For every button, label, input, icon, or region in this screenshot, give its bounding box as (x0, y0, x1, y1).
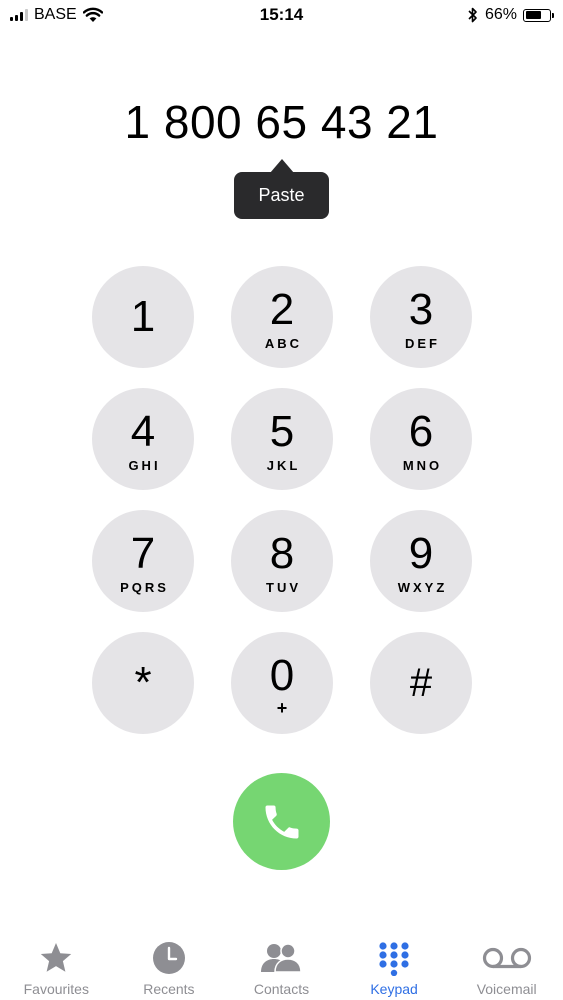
key-digit: 6 (408, 407, 434, 456)
bluetooth-icon (468, 7, 477, 23)
tab-label: Voicemail (476, 981, 537, 997)
key-letters: + (276, 698, 288, 718)
key-letters: GHI (128, 458, 161, 473)
key-5[interactable]: 5 JKL (231, 388, 333, 490)
key-4[interactable]: 4 GHI (92, 388, 194, 490)
status-right: 66% (467, 4, 554, 26)
tab-keypad[interactable]: Keypad (338, 930, 451, 1000)
battery-percentage: 66% (484, 6, 517, 23)
key-hash[interactable]: # (370, 632, 472, 734)
key-digit: * (134, 658, 152, 707)
key-1[interactable]: 1 (92, 266, 194, 368)
phone-icon (265, 805, 298, 838)
key-0[interactable]: 0 + (231, 632, 333, 734)
key-digit: 9 (408, 529, 434, 578)
key-7[interactable]: 7 PQRS (92, 510, 194, 612)
voicemail-icon (482, 947, 531, 969)
tab-voicemail[interactable]: Voicemail (450, 930, 563, 1000)
key-letters: JKL (266, 458, 301, 473)
key-letters: WXYZ (397, 580, 448, 595)
key-8[interactable]: 8 TUV (231, 510, 333, 612)
key-digit: 5 (269, 407, 295, 456)
star-icon (41, 943, 72, 972)
key-letters: MNO (402, 458, 443, 473)
key-digit: # (409, 661, 433, 705)
paste-button[interactable]: Paste (234, 172, 329, 219)
tab-label: Favourites (23, 981, 89, 997)
battery-fill (525, 11, 541, 19)
tab-contacts[interactable]: Contacts (225, 930, 338, 1000)
key-letters: PQRS (120, 580, 169, 595)
tab-label: Contacts (253, 981, 310, 997)
key-digit: 4 (130, 407, 156, 456)
clock-icon (152, 942, 185, 974)
battery-icon (523, 8, 554, 22)
key-letters: ABC (264, 336, 303, 351)
tab-favourites[interactable]: Favourites (0, 930, 113, 1000)
dialed-number[interactable]: 1 800 65 43 21 (0, 93, 563, 151)
key-digit: 3 (408, 285, 434, 334)
contacts-icon (261, 943, 303, 973)
key-9[interactable]: 9 WXYZ (370, 510, 472, 612)
key-star[interactable]: * (92, 632, 194, 734)
tab-recents[interactable]: Recents (113, 930, 226, 1000)
key-digit: 7 (130, 529, 156, 578)
key-digit: 0 (269, 651, 295, 700)
keypad-icon (379, 942, 409, 976)
phone-keypad-screen: BASE 15:14 66% 1 800 65 43 21 Paste 1 2 … (0, 0, 563, 1000)
tab-label: Keypad (370, 981, 418, 997)
battery-nub (552, 12, 554, 18)
key-letters: DEF (405, 336, 440, 351)
key-3[interactable]: 3 DEF (370, 266, 472, 368)
tab-bar: Favourites Recents Contacts Keypad Voice… (0, 930, 563, 1000)
key-digit: 8 (269, 529, 295, 578)
key-letters: TUV (266, 580, 301, 595)
call-button[interactable] (233, 773, 330, 870)
key-2[interactable]: 2 ABC (231, 266, 333, 368)
key-digit: 1 (130, 292, 156, 341)
key-6[interactable]: 6 MNO (370, 388, 472, 490)
tab-label: Recents (143, 981, 195, 997)
status-bar: BASE 15:14 66% (0, 0, 563, 30)
paste-tooltip-arrow (270, 159, 294, 173)
key-digit: 2 (269, 285, 295, 334)
